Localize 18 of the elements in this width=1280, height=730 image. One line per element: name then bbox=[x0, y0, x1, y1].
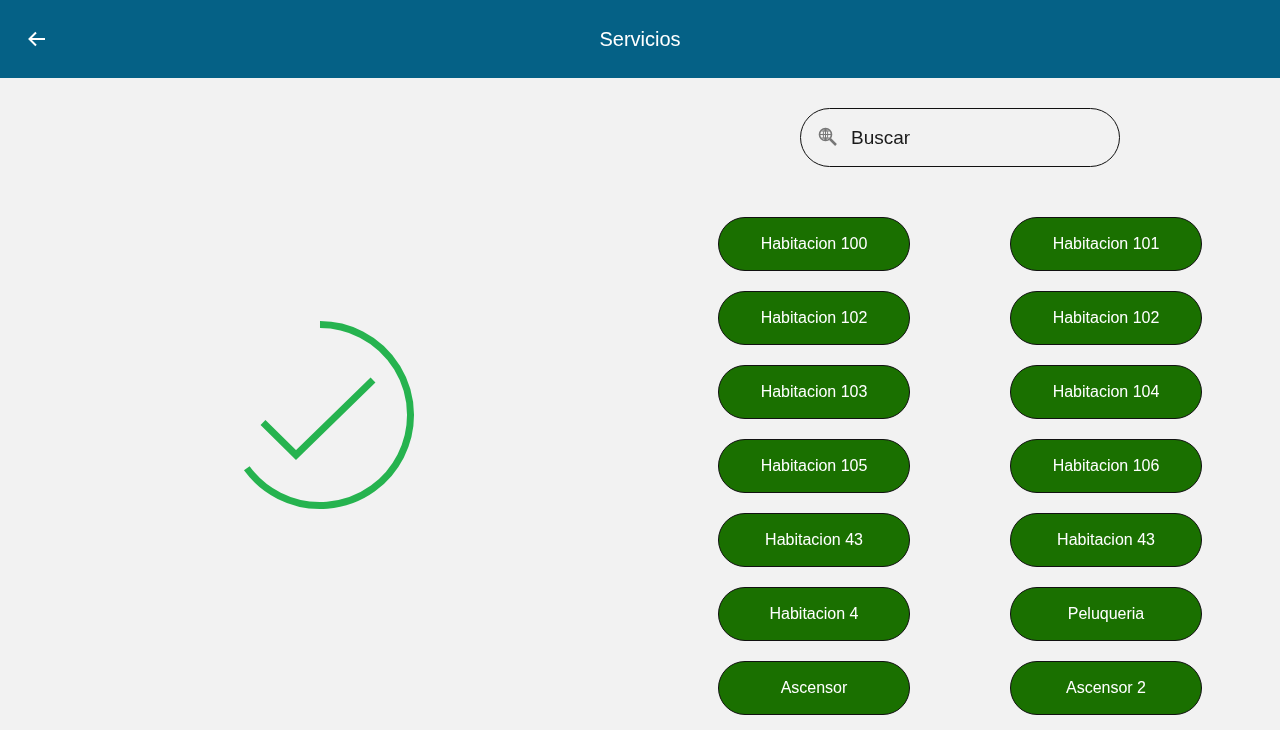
service-button[interactable]: Peluqueria bbox=[1010, 587, 1202, 641]
search-field[interactable]: Buscar bbox=[800, 108, 1120, 167]
service-button[interactable]: Habitacion 105 bbox=[718, 439, 910, 493]
service-button[interactable]: Ascensor 2 bbox=[1010, 661, 1202, 715]
search-icon bbox=[818, 127, 838, 147]
service-button[interactable]: Habitacion 43 bbox=[718, 513, 910, 567]
service-button[interactable]: Ascensor bbox=[718, 661, 910, 715]
service-button[interactable]: Habitacion 102 bbox=[718, 291, 910, 345]
service-button[interactable]: Habitacion 100 bbox=[718, 217, 910, 271]
page-title: Servicios bbox=[599, 27, 681, 51]
service-button[interactable]: Habitacion 43 bbox=[1010, 513, 1202, 567]
back-arrow-icon bbox=[28, 31, 46, 47]
service-button[interactable]: Habitacion 104 bbox=[1010, 365, 1202, 419]
service-button[interactable]: Habitacion 103 bbox=[718, 365, 910, 419]
service-button[interactable]: Habitacion 4 bbox=[718, 587, 910, 641]
service-button[interactable]: Habitacion 102 bbox=[1010, 291, 1202, 345]
service-button[interactable]: Habitacion 106 bbox=[1010, 439, 1202, 493]
service-button[interactable]: Habitacion 101 bbox=[1010, 217, 1202, 271]
